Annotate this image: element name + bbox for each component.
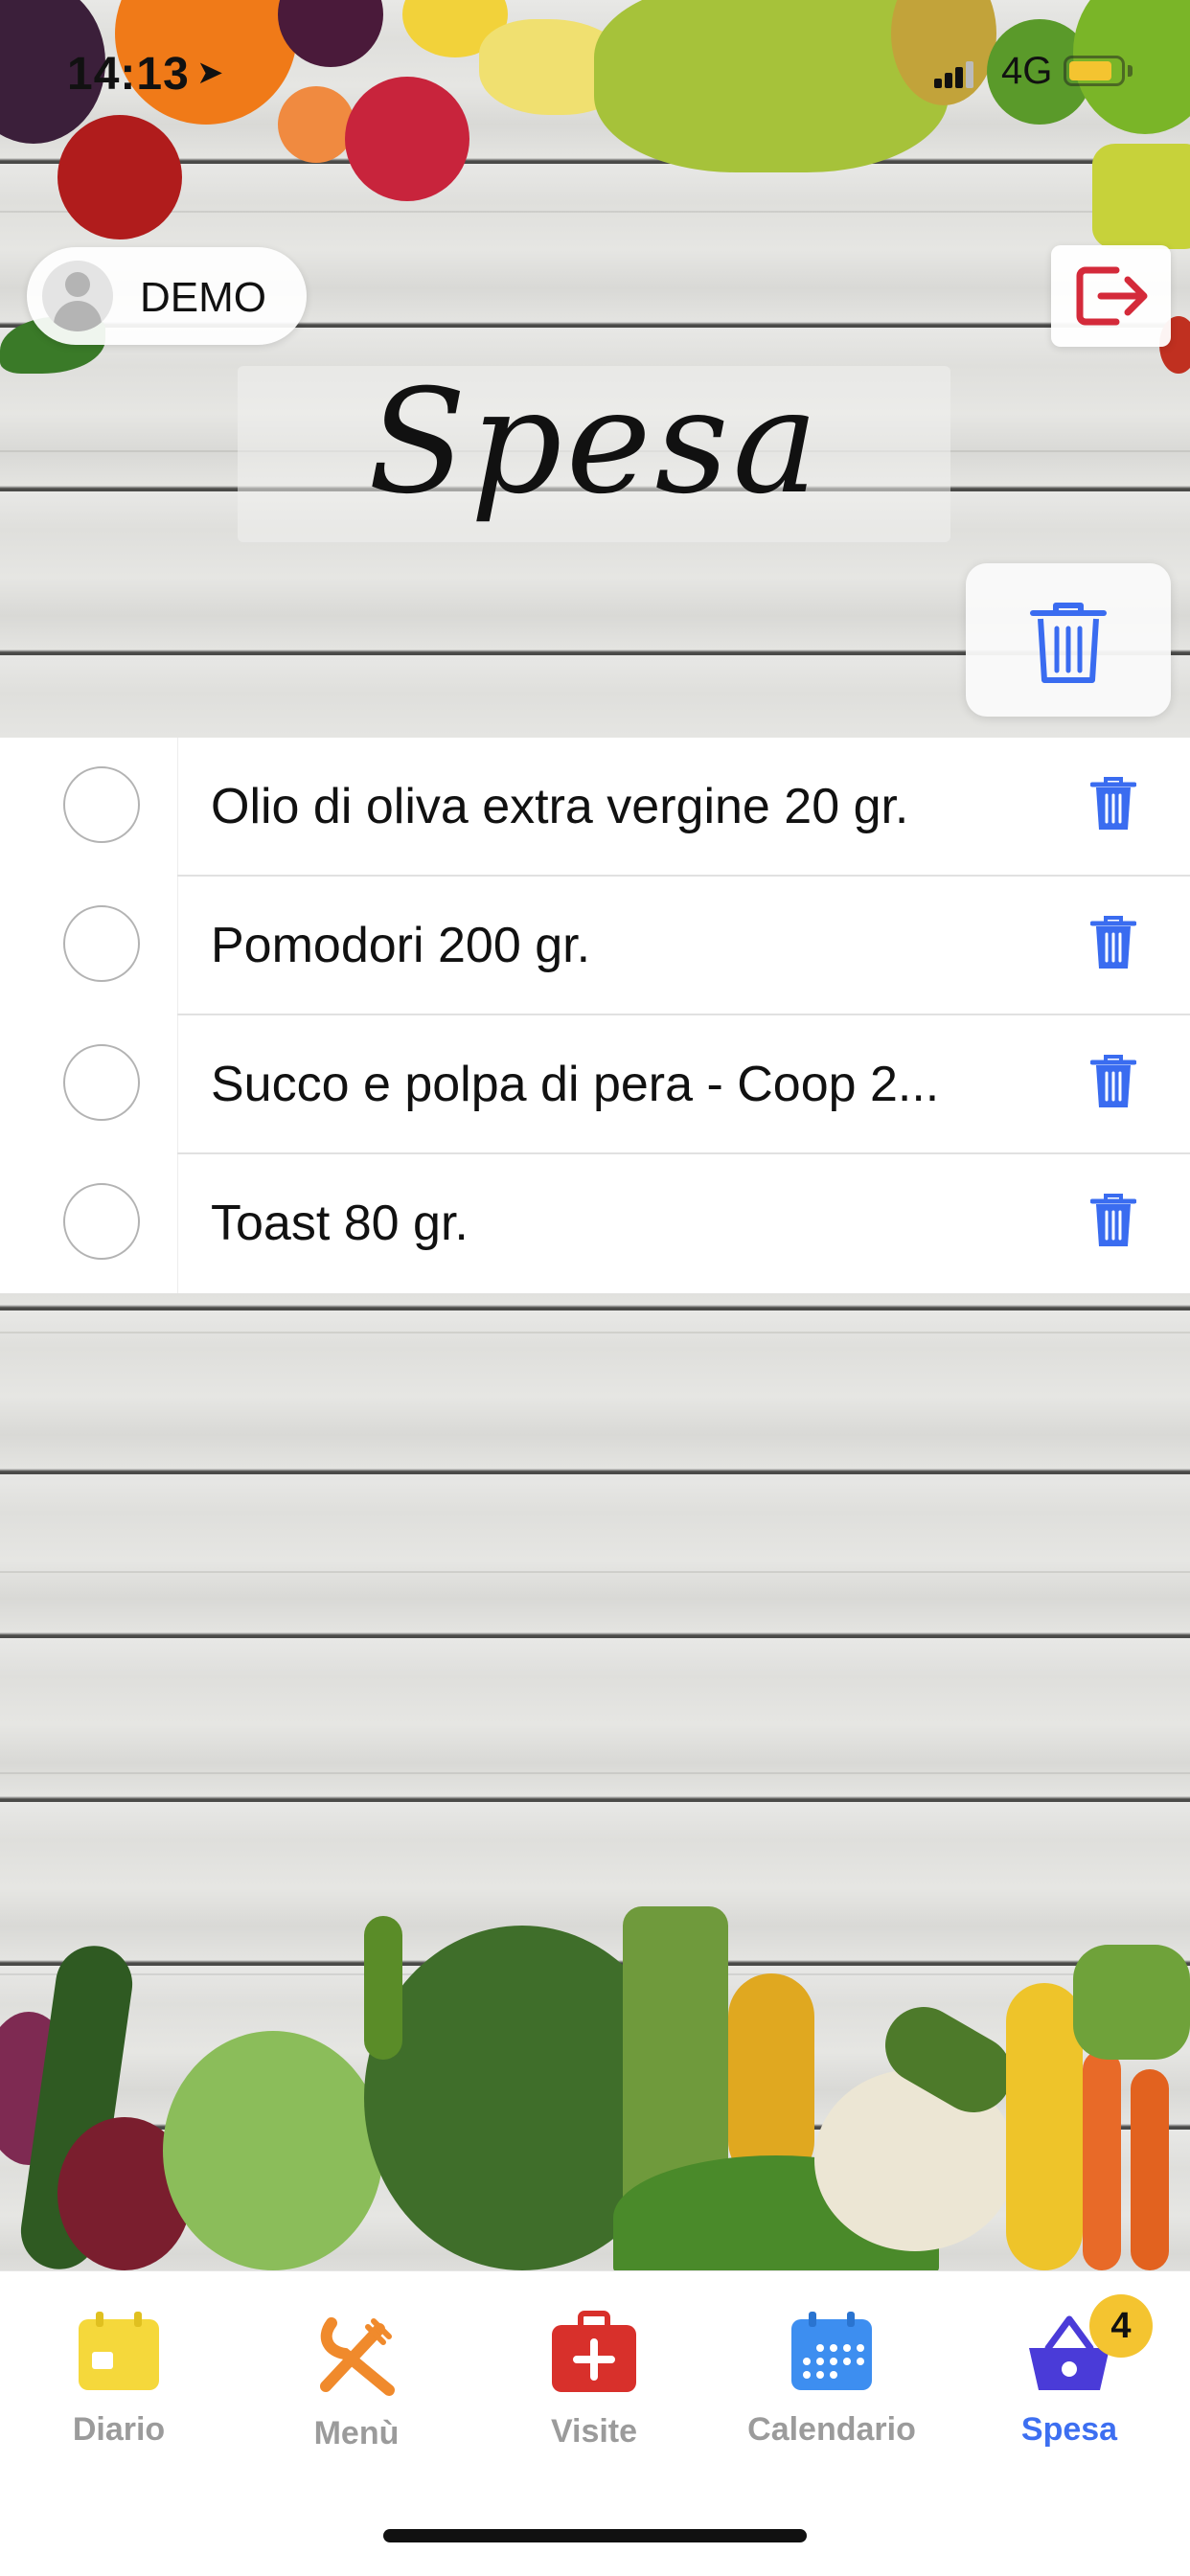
item-checkbox[interactable] bbox=[63, 1183, 140, 1260]
item-checkbox[interactable] bbox=[63, 905, 140, 982]
fork-knife-icon bbox=[320, 2317, 395, 2396]
signal-icon bbox=[934, 61, 974, 88]
user-name: DEMO bbox=[140, 274, 266, 321]
delete-item-icon[interactable] bbox=[1090, 1054, 1136, 1109]
battery-icon bbox=[1064, 56, 1125, 86]
shopping-list: Olio di oliva extra vergine 20 gr. Pomod… bbox=[0, 738, 1190, 1293]
tab-label: Menù bbox=[313, 2415, 400, 2451]
tab-label: Visite bbox=[550, 2413, 638, 2450]
item-label: Pomodori 200 gr. bbox=[211, 918, 591, 973]
item-label: Succo e polpa di pera - Coop 2... bbox=[211, 1057, 940, 1112]
list-item: Olio di oliva extra vergine 20 gr. bbox=[0, 738, 1190, 877]
delete-all-button[interactable] bbox=[966, 563, 1171, 717]
delete-item-icon[interactable] bbox=[1090, 915, 1136, 970]
item-checkbox[interactable] bbox=[63, 766, 140, 843]
cart-count-badge: 4 bbox=[1089, 2294, 1153, 2358]
page-title: Spesa bbox=[368, 359, 822, 526]
calendar-grid-icon bbox=[791, 2312, 872, 2390]
delete-item-icon[interactable] bbox=[1090, 776, 1136, 832]
delete-item-icon[interactable] bbox=[1090, 1193, 1136, 1248]
item-label: Toast 80 gr. bbox=[211, 1196, 469, 1251]
item-checkbox[interactable] bbox=[63, 1044, 140, 1121]
status-time: 14:13 bbox=[67, 49, 190, 100]
logout-icon bbox=[1076, 266, 1148, 326]
item-label: Olio di oliva extra vergine 20 gr. bbox=[211, 779, 909, 834]
tab-label: Spesa bbox=[1020, 2411, 1118, 2448]
calendar-day-icon bbox=[79, 2312, 159, 2390]
battery-tip bbox=[1128, 65, 1133, 77]
avatar-icon bbox=[42, 261, 113, 331]
tab-visite[interactable]: Visite bbox=[475, 2310, 713, 2473]
tab-label: Calendario bbox=[747, 2411, 916, 2448]
logout-button[interactable] bbox=[1051, 245, 1171, 347]
medical-case-icon bbox=[552, 2311, 636, 2392]
location-arrow-icon: ➤ bbox=[196, 55, 224, 91]
trash-icon bbox=[1030, 603, 1107, 683]
list-item: Succo e polpa di pera - Coop 2... bbox=[0, 1015, 1190, 1154]
tab-calendario[interactable]: Calendario bbox=[713, 2310, 950, 2473]
tab-spesa[interactable]: 4 Spesa bbox=[950, 2294, 1188, 2473]
tab-menu[interactable]: Menù bbox=[238, 2310, 475, 2473]
tab-label: Diario bbox=[72, 2411, 166, 2448]
user-profile-button[interactable]: DEMO bbox=[27, 247, 307, 345]
tab-diario[interactable]: Diario bbox=[0, 2310, 238, 2473]
network-type: 4G bbox=[1001, 50, 1053, 92]
list-item: Toast 80 gr. bbox=[0, 1154, 1190, 1293]
home-indicator bbox=[383, 2529, 807, 2542]
list-item: Pomodori 200 gr. bbox=[0, 877, 1190, 1015]
